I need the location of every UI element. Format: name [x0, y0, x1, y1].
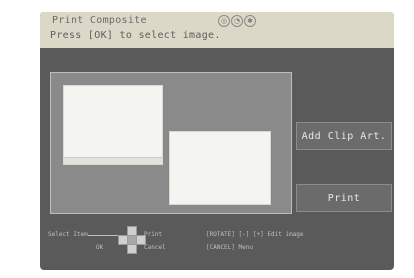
lcd-panel: Print Composite ◎ ◔ ✱ Press [OK] to sele… — [40, 12, 394, 270]
dpad-down-icon — [127, 244, 137, 254]
legend-select-item: Select Item — [48, 231, 88, 238]
page-title: Print Composite — [52, 15, 147, 26]
legend-menu: [CANCEL] Menu — [206, 244, 253, 251]
camera-icon: ◎ — [218, 15, 230, 27]
settings-icon: ✱ — [244, 15, 256, 27]
image-slot-2[interactable] — [169, 131, 271, 205]
add-clip-art-button[interactable]: Add Clip Art. — [296, 122, 392, 150]
image-slot-1[interactable] — [63, 85, 163, 165]
composite-preview[interactable] — [50, 72, 292, 214]
legend-print: Print — [144, 231, 163, 238]
legend-cancel: Cancel — [144, 244, 166, 251]
dpad-icon — [118, 226, 146, 254]
instruction-text: Press [OK] to select image. — [50, 30, 221, 41]
image-slot-1-strip — [64, 157, 162, 164]
legend-ok: OK — [96, 244, 104, 251]
header: Print Composite ◎ ◔ ✱ Press [OK] to sele… — [40, 12, 394, 48]
legend-arrow-select — [88, 235, 118, 236]
status-icons: ◎ ◔ ✱ — [218, 14, 256, 28]
screen: Print Composite ◎ ◔ ✱ Press [OK] to sele… — [0, 0, 414, 278]
legend-rotate-edit: [ROTATE] [-] [+] Edit image — [206, 231, 304, 238]
clock-icon: ◔ — [231, 15, 243, 27]
print-button[interactable]: Print — [296, 184, 392, 212]
